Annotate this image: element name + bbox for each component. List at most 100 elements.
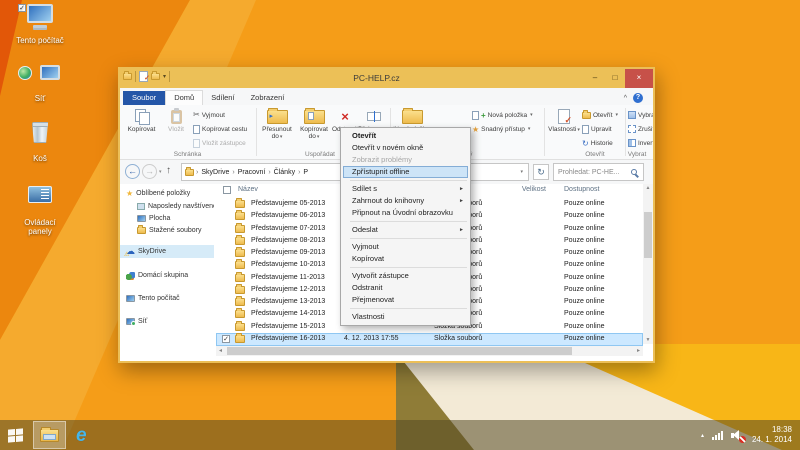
- menu-item-zpristupnit-offline[interactable]: Zpřístupnit offline: [343, 166, 468, 178]
- close-button[interactable]: ×: [625, 69, 653, 88]
- menu-item-prejmenovat[interactable]: Přejmenovat: [341, 294, 470, 306]
- qat-chevron-icon[interactable]: ▾: [163, 73, 166, 80]
- sidebar-item-homegroup[interactable]: Domácí skupina: [120, 269, 214, 282]
- menu-item-vyjmout[interactable]: Vyjmout: [341, 241, 470, 253]
- new-folder-qat-icon[interactable]: [151, 73, 160, 80]
- scroll-left-icon[interactable]: ◂: [216, 346, 225, 356]
- recent-locations-icon[interactable]: ▾: [159, 169, 162, 175]
- select-none-button[interactable]: Zrušit výběr: [628, 123, 653, 135]
- new-item-button[interactable]: + Nová položka▾: [472, 109, 533, 121]
- folder-icon: [235, 274, 245, 282]
- volume-muted-icon[interactable]: [731, 430, 744, 441]
- forward-button[interactable]: →: [142, 164, 157, 179]
- select-all-checkbox[interactable]: [223, 186, 231, 194]
- sidebar-item-favorites[interactable]: ★ Oblíbené položky: [120, 187, 214, 200]
- sidebar-item-network[interactable]: Síť: [120, 315, 214, 328]
- copy-path-icon: [193, 125, 200, 134]
- folder-icon: [235, 298, 245, 306]
- open-button[interactable]: Otevřít▾: [582, 109, 618, 121]
- sidebar-item-skydrive[interactable]: ☁⚠ SkyDrive: [120, 245, 214, 258]
- desktop-icon-this-pc[interactable]: ✓ Tento počítač: [12, 2, 68, 45]
- vertical-scrollbar[interactable]: ▲ ▼: [643, 184, 653, 344]
- minimize-button[interactable]: –: [585, 69, 605, 88]
- menu-item-otevrit-v-novem-okne[interactable]: Otevřít v novém okně: [341, 142, 470, 154]
- refresh-icon[interactable]: ↻: [533, 164, 549, 180]
- file-name: Představujeme 06-2013: [251, 212, 325, 219]
- file-availability: Pouze online: [564, 237, 604, 244]
- address-dropdown-icon[interactable]: ▾: [520, 169, 525, 175]
- scroll-down-icon[interactable]: ▼: [643, 337, 653, 343]
- desktop-icon-control-panel[interactable]: Ovládací panely: [12, 182, 68, 236]
- tab-soubor[interactable]: Soubor: [123, 91, 165, 105]
- breadcrumb-item[interactable]: ›Články: [266, 169, 296, 176]
- properties-qat-icon[interactable]: ✓: [139, 71, 148, 82]
- context-menu: Otevřít Otevřít v novém okně Zobrazit pr…: [340, 127, 471, 326]
- scroll-right-icon[interactable]: ▸: [634, 346, 643, 356]
- copy-button[interactable]: Kopírovat: [123, 107, 160, 133]
- select-all-button[interactable]: Vybrat vše: [628, 109, 653, 121]
- scroll-up-icon[interactable]: ▲: [643, 185, 653, 191]
- back-button[interactable]: ←: [125, 164, 140, 179]
- desktop-icon-network[interactable]: Síť: [12, 62, 68, 103]
- select-none-icon: [628, 125, 636, 133]
- arrow-glyph: ▸: [270, 113, 274, 120]
- network-tray-icon[interactable]: [712, 431, 723, 440]
- paste-shortcut-button[interactable]: Vložit zástupce: [193, 137, 246, 149]
- properties-button[interactable]: ✓ Vlastnosti▾: [547, 107, 581, 134]
- column-header-availability[interactable]: Dostupnost: [564, 186, 599, 193]
- history-button[interactable]: ↻ Historie: [582, 137, 613, 149]
- menu-item-sdilet-s[interactable]: Sdílet s►: [341, 183, 470, 195]
- column-header-size[interactable]: Velikost: [486, 186, 546, 193]
- menu-item-vytvorit-zastupce[interactable]: Vytvořit zástupce: [341, 270, 470, 282]
- up-button[interactable]: ↑: [166, 165, 171, 176]
- menu-item-odeslat[interactable]: Odeslat►: [341, 224, 470, 236]
- vertical-scroll-thumb[interactable]: [644, 212, 652, 258]
- invert-selection-button[interactable]: Invertovat výběr: [628, 137, 653, 149]
- button-label: Upravit: [591, 126, 612, 133]
- check-glyph: ✓: [564, 116, 572, 125]
- button-label: Zrušit výběr: [638, 126, 653, 133]
- qat-separator: [135, 71, 136, 82]
- title-bar[interactable]: ✓ ▾ PC-HELP.cz – □ ×: [120, 69, 653, 88]
- column-header-name[interactable]: Název: [238, 186, 258, 193]
- item-checkbox[interactable]: ✓: [18, 4, 26, 12]
- tab-zobrazeni[interactable]: Zobrazení: [243, 91, 293, 105]
- start-button[interactable]: [2, 421, 29, 449]
- ribbon-collapse-icon[interactable]: ^: [624, 95, 627, 102]
- help-icon[interactable]: ?: [633, 93, 643, 103]
- breadcrumb-item[interactable]: ›Pracovní: [230, 169, 266, 176]
- maximize-button[interactable]: □: [605, 69, 625, 88]
- sidebar-item-this-pc[interactable]: Tento počítač: [120, 292, 214, 305]
- copy-path-button[interactable]: Kopírovat cestu: [193, 123, 247, 135]
- desktop-icon-recycle-bin[interactable]: Koš: [12, 120, 68, 163]
- copy-icon: [135, 109, 148, 124]
- clock-time: 18:38: [752, 425, 792, 435]
- menu-item-otevrit[interactable]: Otevřít: [341, 130, 470, 142]
- sidebar-item-downloads[interactable]: Stažené soubory: [120, 224, 214, 237]
- menu-item-pripnout-na-uvodni-obrazovku[interactable]: Připnout na Úvodní obrazovku: [341, 207, 470, 219]
- menu-item-zahrnout-do-knihovny[interactable]: Zahrnout do knihovny►: [341, 195, 470, 207]
- cut-button[interactable]: ✂ Vyjmout: [193, 109, 225, 121]
- taskbar-clock[interactable]: 18:38 24. 1. 2014: [752, 425, 792, 446]
- copy-to-button[interactable]: Kopírovat do▾: [296, 107, 332, 141]
- search-input[interactable]: Prohledat: PC-HE...: [553, 163, 644, 181]
- breadcrumb-item[interactable]: ›P: [296, 169, 309, 176]
- menu-item-odstranit[interactable]: Odstranit: [341, 282, 470, 294]
- edit-button[interactable]: Upravit: [582, 123, 612, 135]
- tab-domu[interactable]: Domů: [165, 90, 203, 105]
- taskbar-item-internet-explorer[interactable]: e: [70, 421, 93, 449]
- easy-access-button[interactable]: ★ Snadný přístup▾: [472, 123, 530, 135]
- tab-sdileni[interactable]: Sdílení: [203, 91, 242, 105]
- breadcrumb-item[interactable]: ›SkyDrive: [194, 169, 230, 176]
- table-row-selected[interactable]: ✓ Představujeme 16-2013 4. 12. 2013 17:5…: [216, 333, 643, 346]
- horizontal-scrollbar[interactable]: ◂ ▸: [216, 346, 643, 356]
- row-checkbox[interactable]: ✓: [222, 335, 230, 343]
- move-to-button[interactable]: ▸ Přesunout do▾: [258, 107, 296, 141]
- horizontal-scroll-thumb[interactable]: [227, 347, 572, 355]
- menu-item-vlastnosti[interactable]: Vlastnosti: [341, 311, 470, 323]
- delete-icon: ×: [341, 110, 349, 123]
- paste-button[interactable]: Vložit: [161, 107, 191, 133]
- hidden-icons-chevron[interactable]: ▴: [701, 432, 704, 439]
- taskbar-item-explorer[interactable]: [33, 421, 66, 449]
- menu-item-kopirovat[interactable]: Kopírovat: [341, 253, 470, 265]
